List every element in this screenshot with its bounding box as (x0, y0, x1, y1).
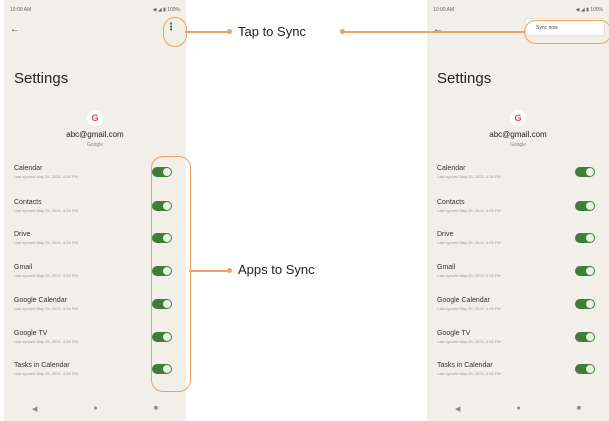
phone-screen-right: 10:00 AM ◀ ◢ ▮ 100% ← Sync now Settings … (427, 0, 609, 421)
sync-toggle[interactable] (575, 299, 595, 309)
highlight-more-options (163, 17, 187, 47)
account-type: Google (509, 142, 527, 148)
connector-line (189, 270, 227, 272)
nav-bar: ◀ ● ■ (427, 405, 609, 413)
page-title: Settings (14, 70, 69, 87)
account-email: abc@gmail.com (66, 130, 124, 139)
status-bar: 10:00 AM ◀ ◢ ▮ 100% (433, 7, 603, 15)
google-logo-icon: G (510, 110, 526, 126)
sync-item-tasks-in-calendar: Tasks in Calendar Last synced May 25, 20… (437, 362, 601, 382)
connector-line (343, 31, 525, 33)
sync-item-calendar: Calendar Last synced May 25, 2022, 4:26 … (437, 165, 601, 185)
sync-item-google-tv: Google TV Last synced May 25, 2022, 4:26… (437, 330, 601, 350)
status-time: 10:00 AM (433, 7, 455, 13)
nav-recents-icon[interactable]: ■ (154, 405, 158, 413)
sync-item-google-calendar: Google Calendar Last synced May 25, 2022… (437, 297, 601, 317)
account-email: abc@gmail.com (489, 130, 547, 139)
nav-home-icon[interactable]: ● (93, 405, 97, 413)
status-icons: ◀ ◢ ▮ 100% (575, 7, 603, 13)
status-icons: ◀ ◢ ▮ 100% (152, 7, 180, 13)
sync-toggle[interactable] (575, 167, 595, 177)
callout-tap-to-sync: Tap to Sync (238, 24, 306, 39)
nav-bar: ◀ ● ■ (4, 405, 186, 413)
google-logo-icon: G (87, 110, 103, 126)
sync-toggle[interactable] (575, 233, 595, 243)
nav-recents-icon[interactable]: ■ (577, 405, 581, 413)
connector-dot (227, 29, 232, 34)
sync-item-contacts: Contacts Last synced May 25, 2022, 4:26 … (437, 199, 601, 219)
callout-apps-to-sync: Apps to Sync (238, 262, 315, 277)
sync-toggle[interactable] (575, 201, 595, 211)
sync-toggle[interactable] (575, 364, 595, 374)
account-type: Google (86, 142, 104, 148)
sync-item-gmail: Gmail Last synced May 25, 2022, 4:26 PM (437, 264, 601, 284)
nav-home-icon[interactable]: ● (516, 405, 520, 413)
connector-dot (227, 268, 232, 273)
status-time: 10:00 AM (10, 7, 32, 13)
page-title: Settings (437, 70, 492, 87)
connector-line (185, 31, 229, 33)
sync-toggle[interactable] (575, 266, 595, 276)
sync-toggle[interactable] (575, 332, 595, 342)
highlight-toggles (151, 156, 191, 392)
highlight-sync-now (524, 20, 609, 44)
back-arrow-icon[interactable]: ← (433, 24, 443, 35)
nav-back-icon[interactable]: ◀ (32, 405, 37, 413)
status-bar: 10:00 AM ◀ ◢ ▮ 100% (10, 7, 180, 15)
nav-back-icon[interactable]: ◀ (455, 405, 460, 413)
back-arrow-icon[interactable]: ← (10, 24, 20, 35)
sync-item-drive: Drive Last synced May 25, 2022, 4:26 PM (437, 231, 601, 251)
